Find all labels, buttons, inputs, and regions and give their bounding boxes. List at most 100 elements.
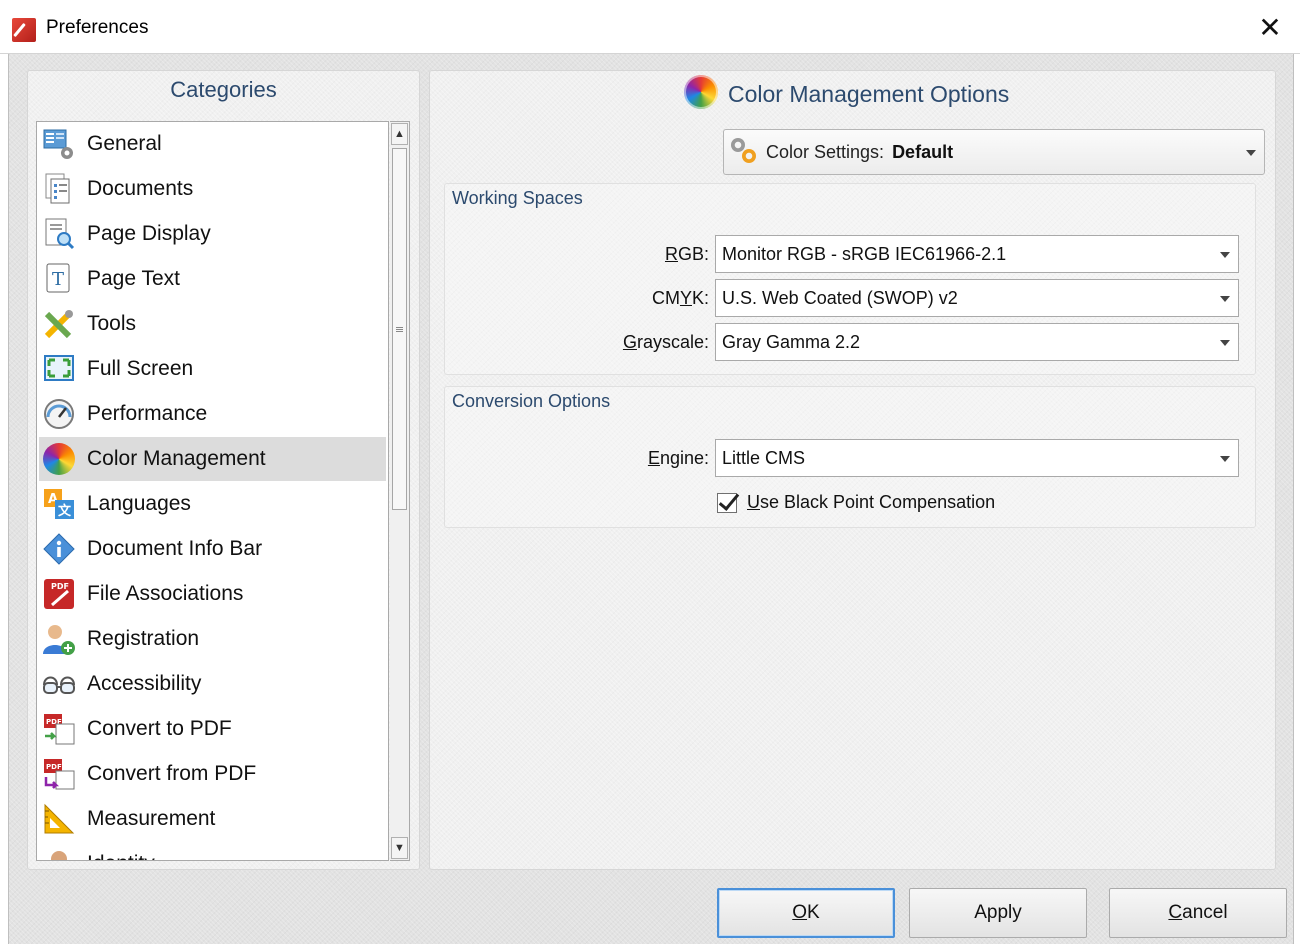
category-label: Convert to PDF bbox=[87, 717, 232, 740]
dialog-body: Categories General Documents Page Displa… bbox=[8, 54, 1294, 944]
general-icon bbox=[41, 126, 77, 162]
category-label: Page Display bbox=[87, 222, 211, 245]
rgb-value: Monitor RGB - sRGB IEC61966-2.1 bbox=[722, 243, 1007, 264]
cmyk-dropdown[interactable]: U.S. Web Coated (SWOP) v2 bbox=[715, 279, 1239, 317]
color-settings-label: Color Settings: bbox=[766, 141, 885, 162]
cmyk-value: U.S. Web Coated (SWOP) v2 bbox=[722, 287, 958, 308]
category-label: Color Management bbox=[87, 447, 266, 470]
ruler-icon bbox=[41, 801, 77, 837]
chevron-down-icon bbox=[1220, 296, 1230, 302]
page-display-icon bbox=[41, 216, 77, 252]
convert-to-pdf-icon: PDF bbox=[41, 711, 77, 747]
category-label: Registration bbox=[87, 627, 200, 650]
conversion-options-title: Conversion Options bbox=[452, 391, 611, 411]
category-item-registration[interactable]: Registration bbox=[39, 617, 386, 661]
category-item-tools[interactable]: Tools bbox=[39, 302, 386, 346]
categories-title: Categories bbox=[170, 77, 277, 102]
conversion-options-group: Conversion Options Engine: Little CMS Us… bbox=[444, 386, 1256, 528]
category-label: Full Screen bbox=[87, 357, 194, 380]
engine-label: Engine: bbox=[647, 448, 709, 468]
color-settings-dropdown[interactable]: Color Settings: Default bbox=[723, 129, 1265, 175]
svg-text:T: T bbox=[52, 269, 64, 290]
color-settings-value: Default bbox=[892, 141, 954, 162]
category-item-convert-to-pdf[interactable]: PDF Convert to PDF bbox=[39, 707, 386, 751]
glasses-icon bbox=[41, 666, 77, 702]
chevron-down-icon bbox=[1220, 456, 1230, 462]
category-label: Performance bbox=[87, 402, 208, 425]
grayscale-label: Grayscale: bbox=[622, 332, 709, 352]
category-label: Languages bbox=[87, 492, 191, 515]
black-point-compensation-label[interactable]: Use Black Point Compensation bbox=[747, 492, 995, 513]
full-screen-icon bbox=[41, 351, 77, 387]
title-bar: Preferences ✕ bbox=[0, 0, 1300, 54]
category-label: Identity bbox=[87, 852, 155, 860]
category-label: Document Info Bar bbox=[87, 537, 263, 560]
category-item-document-info-bar[interactable]: Document Info Bar bbox=[39, 527, 386, 571]
registration-icon bbox=[41, 621, 77, 657]
ok-button[interactable]: OK bbox=[717, 888, 895, 938]
category-label: Convert from PDF bbox=[87, 762, 257, 785]
apply-button[interactable]: Apply bbox=[909, 888, 1087, 938]
pdf-file-icon: PDF bbox=[41, 576, 77, 612]
chevron-down-icon bbox=[1220, 340, 1230, 346]
cmyk-label: CMYK: bbox=[651, 288, 709, 308]
category-label: General bbox=[87, 132, 162, 155]
grayscale-dropdown[interactable]: Gray Gamma 2.2 bbox=[715, 323, 1239, 361]
engine-value: Little CMS bbox=[722, 447, 806, 468]
close-button[interactable]: ✕ bbox=[1252, 10, 1288, 46]
grayscale-value: Gray Gamma 2.2 bbox=[722, 331, 861, 352]
tools-icon bbox=[41, 306, 77, 342]
color-wheel-icon bbox=[41, 441, 77, 477]
engine-dropdown[interactable]: Little CMS bbox=[715, 439, 1239, 477]
category-item-general[interactable]: General bbox=[39, 122, 386, 166]
category-item-accessibility[interactable]: Accessibility bbox=[39, 662, 386, 706]
info-icon bbox=[41, 531, 77, 567]
app-logo-icon bbox=[12, 18, 36, 42]
category-item-identity[interactable]: Identity bbox=[39, 842, 386, 860]
category-item-file-associations[interactable]: PDF File Associations bbox=[39, 572, 386, 616]
scroll-down-button[interactable]: ▼ bbox=[391, 837, 408, 859]
convert-from-pdf-icon: PDF bbox=[41, 756, 77, 792]
category-item-languages[interactable]: A文 Languages bbox=[39, 482, 386, 526]
documents-icon bbox=[41, 171, 77, 207]
gears-icon bbox=[730, 137, 760, 167]
categories-list: General Documents Page Display T Page Te… bbox=[36, 121, 389, 861]
working-spaces-group: Working Spaces RGB: Monitor RGB - sRGB I… bbox=[444, 183, 1256, 375]
rgb-dropdown[interactable]: Monitor RGB - sRGB IEC61966-2.1 bbox=[715, 235, 1239, 273]
category-label: File Associations bbox=[87, 582, 244, 605]
category-label: Accessibility bbox=[87, 672, 202, 695]
scroll-up-button[interactable]: ▲ bbox=[391, 123, 408, 145]
black-point-compensation-checkbox[interactable] bbox=[717, 493, 737, 513]
scrollbar-thumb[interactable] bbox=[392, 148, 407, 510]
cancel-button[interactable]: Cancel bbox=[1109, 888, 1287, 938]
category-item-page-display[interactable]: Page Display bbox=[39, 212, 386, 256]
category-item-page-text[interactable]: T Page Text bbox=[39, 257, 386, 301]
category-item-color-management[interactable]: Color Management bbox=[39, 437, 386, 481]
categories-scrollbar[interactable]: ▲ ▼ bbox=[390, 121, 410, 861]
options-panel: Color Management Options Color Settings:… bbox=[429, 70, 1276, 870]
chevron-down-icon bbox=[1220, 252, 1230, 258]
window-title: Preferences bbox=[46, 17, 149, 38]
category-label: Measurement bbox=[87, 807, 216, 830]
svg-text:PDF: PDF bbox=[46, 763, 62, 771]
category-item-full-screen[interactable]: Full Screen bbox=[39, 347, 386, 391]
rgb-label: RGB: bbox=[664, 244, 709, 264]
category-item-convert-from-pdf[interactable]: PDF Convert from PDF bbox=[39, 752, 386, 796]
performance-icon bbox=[41, 396, 77, 432]
category-label: Documents bbox=[87, 177, 194, 200]
category-item-measurement[interactable]: Measurement bbox=[39, 797, 386, 841]
category-item-performance[interactable]: Performance bbox=[39, 392, 386, 436]
category-item-documents[interactable]: Documents bbox=[39, 167, 386, 211]
category-label: Page Text bbox=[87, 267, 181, 290]
options-title: Color Management Options bbox=[728, 81, 1010, 107]
categories-panel: Categories General Documents Page Displa… bbox=[27, 70, 420, 870]
svg-text:PDF: PDF bbox=[51, 582, 69, 591]
identity-icon bbox=[41, 846, 77, 860]
color-wheel-icon bbox=[684, 75, 718, 109]
chevron-down-icon bbox=[1246, 150, 1256, 156]
page-text-icon: T bbox=[41, 261, 77, 297]
svg-text:文: 文 bbox=[58, 503, 72, 519]
category-label: Tools bbox=[87, 312, 137, 335]
languages-icon: A文 bbox=[41, 486, 77, 522]
working-spaces-title: Working Spaces bbox=[452, 188, 583, 208]
